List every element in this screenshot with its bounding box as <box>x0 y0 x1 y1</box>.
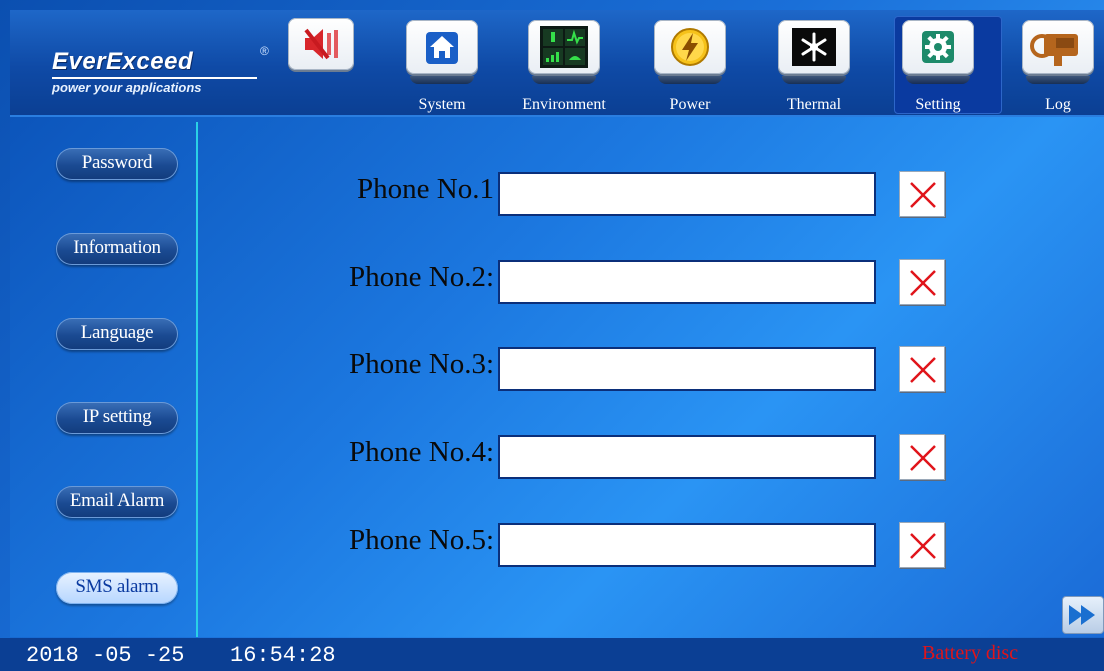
close-icon <box>910 270 936 296</box>
top-bar: EverExceed ® power your applications Sys… <box>10 10 1104 117</box>
sidebar-divider <box>196 122 198 637</box>
registered-mark: ® <box>260 44 269 58</box>
brand-tagline: power your applications <box>52 77 257 95</box>
speaker-mute-icon <box>304 28 338 60</box>
brand-logo: EverExceed ® power your applications <box>52 44 272 100</box>
phone-2-clear-button[interactable] <box>899 259 945 305</box>
status-time: 16:54:28 <box>230 643 336 668</box>
sidebar-item-email-alarm[interactable]: Email Alarm <box>56 486 178 518</box>
tab-log[interactable]: Log <box>1022 20 1094 113</box>
fast-forward-icon <box>1069 605 1095 625</box>
tab-system-label: System <box>418 96 466 113</box>
tab-system[interactable]: System <box>406 20 478 113</box>
phone-2-label: Phone No.2: <box>349 261 494 293</box>
phone-1-input[interactable] <box>498 172 876 216</box>
tab-thermal-label: Thermal <box>786 96 842 113</box>
phone-5-input[interactable] <box>498 523 876 567</box>
brand-name: EverExceed <box>52 48 194 75</box>
phone-4-label: Phone No.4: <box>349 436 494 468</box>
home-icon <box>426 32 458 64</box>
phone-4-clear-button[interactable] <box>899 434 945 480</box>
tab-environment-label: Environment <box>522 96 606 113</box>
tab-power[interactable]: Power <box>654 20 726 113</box>
phone-4-input[interactable] <box>498 435 876 479</box>
screen: EverExceed ® power your applications Sys… <box>0 0 1104 671</box>
status-date: 2018 -05 -25 <box>26 643 185 668</box>
sidebar-item-language[interactable]: Language <box>56 318 178 350</box>
mute-button[interactable] <box>288 18 360 80</box>
tab-thermal[interactable]: Thermal <box>778 20 850 113</box>
sidebar-item-information[interactable]: Information <box>56 233 178 265</box>
log-icon <box>1030 34 1078 66</box>
phone-2-input[interactable] <box>498 260 876 304</box>
next-page-button[interactable] <box>1062 596 1104 634</box>
phone-5-clear-button[interactable] <box>899 522 945 568</box>
phone-3-input[interactable] <box>498 347 876 391</box>
phone-1-label: Phone No.1 <box>357 173 494 205</box>
tab-environment[interactable]: Environment <box>522 20 606 113</box>
phone-3-label: Phone No.3: <box>349 348 494 380</box>
gear-icon <box>922 31 954 63</box>
alarm-message: Battery disc <box>922 642 1019 664</box>
phone-1-clear-button[interactable] <box>899 171 945 217</box>
close-icon <box>910 533 936 559</box>
sidebar-item-password[interactable]: Password <box>56 148 178 180</box>
close-icon <box>910 182 936 208</box>
tab-setting-label: Setting <box>915 96 961 113</box>
close-icon <box>910 357 936 383</box>
phone-3-clear-button[interactable] <box>899 346 945 392</box>
phone-5-label: Phone No.5: <box>349 524 494 556</box>
environment-icon <box>540 26 588 68</box>
snowflake-icon <box>792 28 836 66</box>
sidebar-item-ip-setting[interactable]: IP setting <box>56 402 178 434</box>
tab-power-label: Power <box>669 96 711 113</box>
tab-log-label: Log <box>1045 96 1071 113</box>
tab-setting[interactable]: Setting <box>894 16 1002 114</box>
sidebar-item-sms-alarm[interactable]: SMS alarm <box>56 572 178 604</box>
close-icon <box>910 445 936 471</box>
lightning-icon <box>671 28 709 66</box>
